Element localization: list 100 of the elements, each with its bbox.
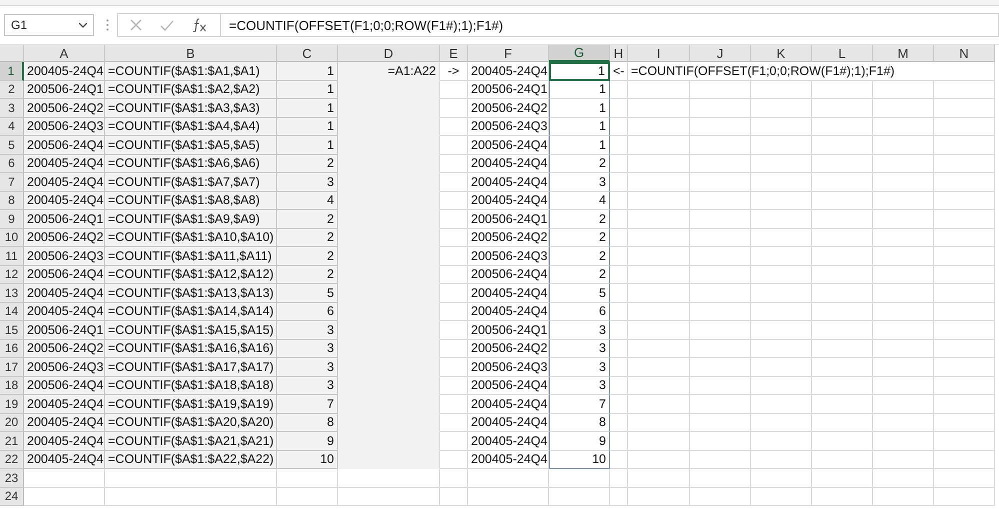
column-header[interactable]: A <box>24 45 105 62</box>
spreadsheet-cell[interactable] <box>468 469 549 488</box>
spreadsheet-cell[interactable] <box>610 247 628 266</box>
spreadsheet-cell[interactable]: 200506-24Q1 <box>468 80 549 99</box>
row-header[interactable]: 5 <box>0 136 24 154</box>
spreadsheet-cell[interactable] <box>24 469 105 488</box>
row-header[interactable]: 6 <box>0 154 24 173</box>
spreadsheet-cell[interactable]: 200405-24Q4 <box>24 173 105 192</box>
column-header[interactable]: N <box>934 45 995 62</box>
spreadsheet-cell[interactable]: 3 <box>549 321 610 340</box>
spreadsheet-cell[interactable] <box>628 302 690 321</box>
spreadsheet-cell[interactable] <box>934 210 995 228</box>
spreadsheet-cell[interactable]: 200506-24Q1 <box>24 210 105 228</box>
spreadsheet-cell[interactable] <box>812 80 873 99</box>
spreadsheet-cell[interactable]: =COUNTIF($A$1:$A12,$A12) <box>105 266 277 284</box>
spreadsheet-cell[interactable] <box>628 118 690 136</box>
spreadsheet-cell[interactable] <box>610 210 628 228</box>
column-header[interactable]: B <box>105 45 277 62</box>
spreadsheet-cell[interactable]: 200506-24Q4 <box>24 376 105 395</box>
spreadsheet-cell[interactable]: 2 <box>277 228 338 247</box>
spreadsheet-cell[interactable]: =COUNTIF($A$1:$A8,$A8) <box>105 192 277 210</box>
spreadsheet-cell[interactable]: 9 <box>277 432 338 450</box>
spreadsheet-cell[interactable]: 1 <box>277 80 338 99</box>
spreadsheet-cell[interactable] <box>628 450 690 469</box>
spreadsheet-cell[interactable] <box>610 192 628 210</box>
spreadsheet-cell[interactable] <box>934 414 995 432</box>
spreadsheet-cell[interactable] <box>440 99 468 118</box>
spreadsheet-cell[interactable] <box>873 340 934 358</box>
spreadsheet-cell[interactable] <box>628 395 690 414</box>
spreadsheet-cell[interactable]: 200405-24Q4 <box>24 192 105 210</box>
spreadsheet-cell[interactable] <box>440 266 468 284</box>
spreadsheet-cell[interactable] <box>812 228 873 247</box>
spreadsheet-cell[interactable] <box>751 210 812 228</box>
spreadsheet-cell[interactable] <box>934 469 995 488</box>
spreadsheet-cell[interactable] <box>690 80 751 99</box>
spreadsheet-cell[interactable]: -> <box>440 62 468 80</box>
spreadsheet-cell[interactable]: 200405-24Q4 <box>24 432 105 450</box>
spreadsheet-cell[interactable]: 5 <box>277 284 338 302</box>
spreadsheet-cell[interactable] <box>934 340 995 358</box>
spreadsheet-cell[interactable] <box>628 80 690 99</box>
spreadsheet-cell[interactable] <box>440 210 468 228</box>
spreadsheet-cell[interactable] <box>610 284 628 302</box>
spreadsheet-cell[interactable] <box>628 488 690 506</box>
spreadsheet-cell[interactable] <box>690 136 751 154</box>
spreadsheet-cell[interactable]: 6 <box>277 302 338 321</box>
spreadsheet-cell[interactable]: =COUNTIF($A$1:$A6,$A6) <box>105 154 277 173</box>
spreadsheet-cell[interactable]: 200405-24Q4 <box>24 62 105 80</box>
spreadsheet-cell[interactable] <box>812 266 873 284</box>
spreadsheet-cell[interactable] <box>751 469 812 488</box>
spreadsheet-cell[interactable] <box>751 395 812 414</box>
spreadsheet-cell[interactable] <box>549 469 610 488</box>
spreadsheet-cell[interactable] <box>440 228 468 247</box>
spreadsheet-cell[interactable] <box>440 284 468 302</box>
spreadsheet-cell[interactable]: 1 <box>549 62 610 80</box>
spreadsheet-cell[interactable]: 200506-24Q1 <box>468 321 549 340</box>
spreadsheet-cell[interactable] <box>105 488 277 506</box>
spreadsheet-cell[interactable] <box>812 118 873 136</box>
spreadsheet-cell[interactable] <box>690 118 751 136</box>
spreadsheet-cell[interactable] <box>628 192 690 210</box>
spreadsheet-cell[interactable]: 200506-24Q4 <box>468 136 549 154</box>
spreadsheet-cell[interactable] <box>812 99 873 118</box>
spreadsheet-cell[interactable] <box>690 154 751 173</box>
spreadsheet-cell[interactable] <box>934 376 995 395</box>
spreadsheet-cell[interactable]: 1 <box>549 80 610 99</box>
spreadsheet-cell[interactable]: 200506-24Q1 <box>24 80 105 99</box>
spreadsheet-cell[interactable]: 2 <box>549 228 610 247</box>
spreadsheet-cell[interactable]: 200405-24Q4 <box>468 284 549 302</box>
spreadsheet-cell[interactable] <box>873 192 934 210</box>
spreadsheet-cell[interactable] <box>873 136 934 154</box>
spreadsheet-cell[interactable] <box>873 395 934 414</box>
spreadsheet-cell[interactable] <box>812 321 873 340</box>
spreadsheet-cell[interactable] <box>628 136 690 154</box>
spreadsheet-cell[interactable] <box>934 247 995 266</box>
spreadsheet-cell[interactable]: =COUNTIF($A$1:$A7,$A7) <box>105 173 277 192</box>
spreadsheet-cell[interactable] <box>338 450 440 469</box>
spreadsheet-cell[interactable] <box>610 302 628 321</box>
spreadsheet-cell[interactable]: 10 <box>549 450 610 469</box>
spreadsheet-cell[interactable] <box>690 173 751 192</box>
spreadsheet-cell[interactable] <box>338 488 440 506</box>
spreadsheet-cell[interactable] <box>440 173 468 192</box>
spreadsheet-cell[interactable]: 1 <box>277 136 338 154</box>
spreadsheet-cell[interactable] <box>751 302 812 321</box>
spreadsheet-cell[interactable] <box>440 395 468 414</box>
spreadsheet-cell[interactable]: 200405-24Q4 <box>468 395 549 414</box>
spreadsheet-cell[interactable] <box>690 376 751 395</box>
row-header[interactable]: 17 <box>0 358 24 376</box>
column-header[interactable]: F <box>468 45 549 62</box>
spreadsheet-cell[interactable] <box>628 99 690 118</box>
spreadsheet-cell[interactable] <box>628 284 690 302</box>
column-header[interactable]: D <box>338 45 440 62</box>
column-header[interactable]: E <box>440 45 468 62</box>
row-header[interactable]: 23 <box>0 469 24 488</box>
select-all-corner[interactable] <box>0 45 24 62</box>
spreadsheet-cell[interactable] <box>873 154 934 173</box>
spreadsheet-cell[interactable]: =COUNTIF($A$1:$A10,$A10) <box>105 228 277 247</box>
spreadsheet-cell[interactable]: 200405-24Q4 <box>24 450 105 469</box>
spreadsheet-cell[interactable]: 200506-24Q2 <box>24 228 105 247</box>
spreadsheet-cell[interactable] <box>690 210 751 228</box>
spreadsheet-cell[interactable] <box>628 340 690 358</box>
spreadsheet-cell[interactable] <box>610 488 628 506</box>
